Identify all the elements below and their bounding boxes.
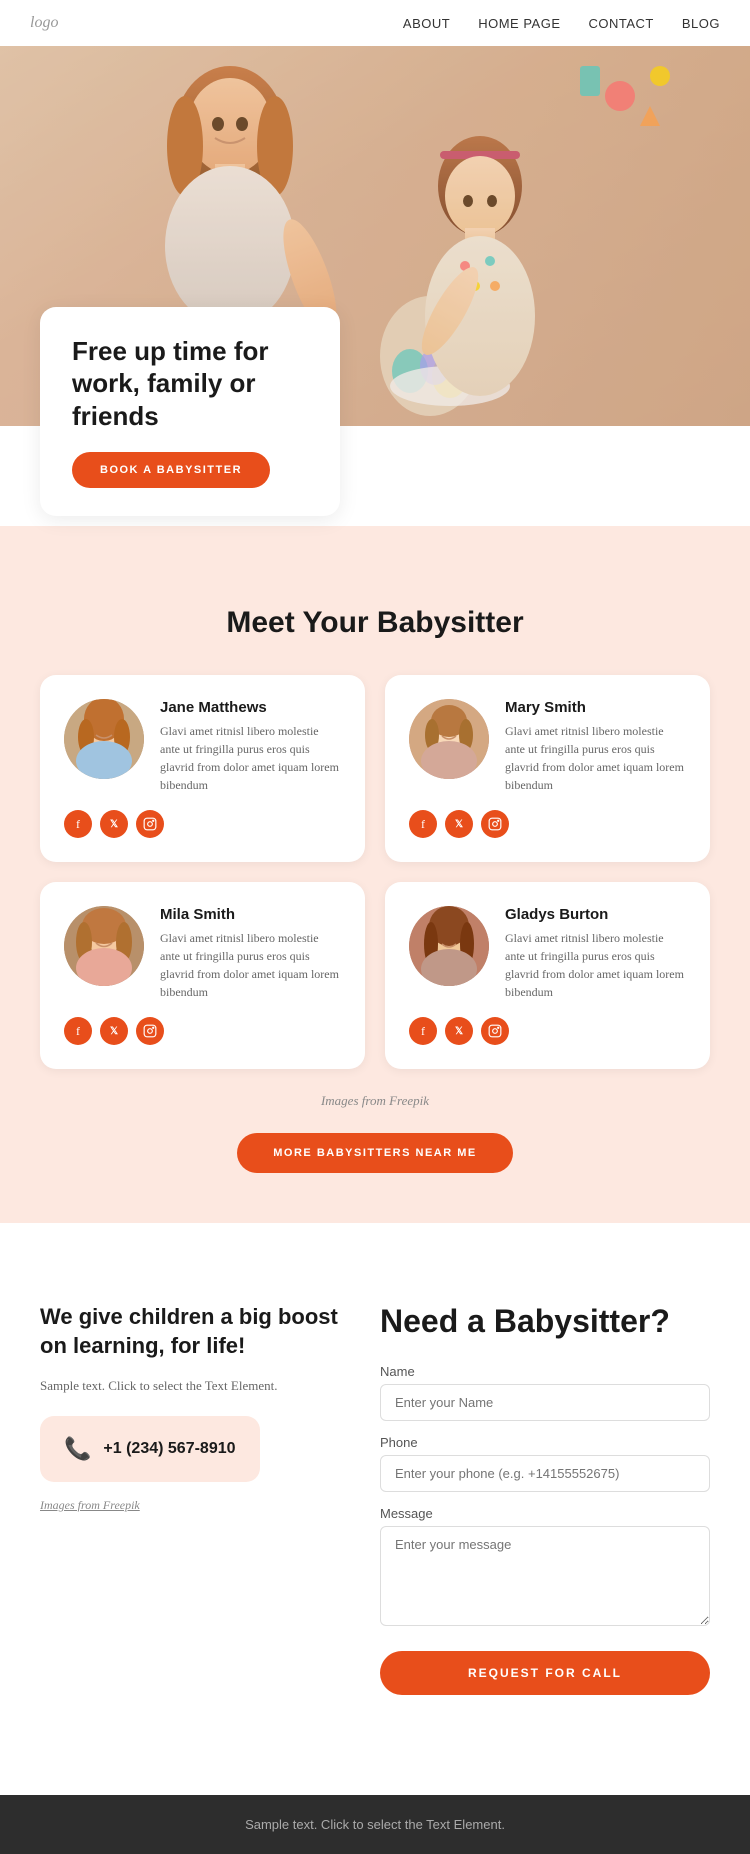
babysitters-section: Meet Your Babysitter Jane Mat (0, 526, 750, 1223)
babysitter-card-mary: Mary Smith Glavi amet ritnisl libero mol… (385, 675, 710, 862)
avatar-mila (64, 906, 144, 986)
twitter-icon-mary[interactable]: 𝕏 (445, 810, 473, 838)
footer-text: Sample text. Click to select the Text El… (40, 1817, 710, 1832)
nav-about[interactable]: ABOUT (403, 16, 450, 31)
facebook-icon-gladys[interactable]: f (409, 1017, 437, 1045)
name-input[interactable] (380, 1384, 710, 1421)
twitter-icon-mila[interactable]: 𝕏 (100, 1017, 128, 1045)
contact-section: We give children a big boost on learning… (0, 1243, 750, 1755)
card-top-jane: Jane Matthews Glavi amet ritnisl libero … (64, 699, 341, 794)
card-info-mila: Mila Smith Glavi amet ritnisl libero mol… (160, 906, 341, 1001)
footer: Sample text. Click to select the Text El… (0, 1795, 750, 1854)
card-top-mary: Mary Smith Glavi amet ritnisl libero mol… (409, 699, 686, 794)
phone-number: +1 (234) 567-8910 (103, 1440, 235, 1458)
contact-freepik-note: Images from Freepik (40, 1498, 340, 1513)
contact-form: Name Phone Message REQUEST FOR CALL (380, 1364, 710, 1695)
logo: logo (30, 14, 58, 32)
card-top-gladys: Gladys Burton Glavi amet ritnisl libero … (409, 906, 686, 1001)
contact-left-title: We give children a big boost on learning… (40, 1303, 340, 1360)
card-name-gladys: Gladys Burton (505, 906, 686, 923)
instagram-icon-jane[interactable] (136, 810, 164, 838)
phone-box: 📞 +1 (234) 567-8910 (40, 1416, 260, 1482)
nav-links: ABOUT HOME PAGE CONTACT BLOG (403, 16, 720, 31)
card-desc-jane: Glavi amet ritnisl libero molestie ante … (160, 722, 341, 794)
instagram-icon-gladys[interactable] (481, 1017, 509, 1045)
twitter-icon-jane[interactable]: 𝕏 (100, 810, 128, 838)
card-desc-mary: Glavi amet ritnisl libero molestie ante … (505, 722, 686, 794)
avatar-jane (64, 699, 144, 779)
card-desc-mila: Glavi amet ritnisl libero molestie ante … (160, 929, 341, 1001)
book-babysitter-button[interactable]: BOOK A BABYSITTER (72, 452, 270, 488)
phone-label: Phone (380, 1435, 710, 1450)
message-label: Message (380, 1506, 710, 1521)
babysitters-grid: Jane Matthews Glavi amet ritnisl libero … (40, 675, 710, 1069)
contact-form-container: Need a Babysitter? Name Phone Message RE… (380, 1303, 710, 1695)
facebook-icon-mary[interactable]: f (409, 810, 437, 838)
more-babysitters-btn-container: MORE BABYSITTERS NEAR ME (40, 1133, 710, 1173)
social-icons-mila: f 𝕏 (64, 1017, 341, 1045)
more-babysitters-button[interactable]: MORE BABYSITTERS NEAR ME (237, 1133, 512, 1173)
social-icons-jane: f 𝕏 (64, 810, 341, 838)
facebook-icon-mila[interactable]: f (64, 1017, 92, 1045)
facebook-icon-jane[interactable]: f (64, 810, 92, 838)
instagram-icon-mary[interactable] (481, 810, 509, 838)
phone-icon: 📞 (64, 1436, 91, 1462)
babysitter-card-mila: Mila Smith Glavi amet ritnisl libero mol… (40, 882, 365, 1069)
card-info-mary: Mary Smith Glavi amet ritnisl libero mol… (505, 699, 686, 794)
hero-section: Free up time for work, family or friends… (0, 46, 750, 456)
form-group-message: Message (380, 1506, 710, 1631)
twitter-icon-gladys[interactable]: 𝕏 (445, 1017, 473, 1045)
babysitters-title: Meet Your Babysitter (40, 606, 710, 640)
card-top-mila: Mila Smith Glavi amet ritnisl libero mol… (64, 906, 341, 1001)
card-name-mary: Mary Smith (505, 699, 686, 716)
card-name-mila: Mila Smith (160, 906, 341, 923)
card-desc-gladys: Glavi amet ritnisl libero molestie ante … (505, 929, 686, 1001)
card-info-jane: Jane Matthews Glavi amet ritnisl libero … (160, 699, 341, 794)
social-icons-mary: f 𝕏 (409, 810, 686, 838)
contact-left: We give children a big boost on learning… (40, 1303, 340, 1695)
hero-title: Free up time for work, family or friends (72, 335, 308, 433)
hero-text-box: Free up time for work, family or friends… (40, 307, 340, 517)
avatar-gladys (409, 906, 489, 986)
avatar-mary (409, 699, 489, 779)
navbar: logo ABOUT HOME PAGE CONTACT BLOG (0, 0, 750, 46)
form-group-phone: Phone (380, 1435, 710, 1492)
phone-input[interactable] (380, 1455, 710, 1492)
social-icons-gladys: f 𝕏 (409, 1017, 686, 1045)
nav-blog[interactable]: BLOG (682, 16, 720, 31)
card-info-gladys: Gladys Burton Glavi amet ritnisl libero … (505, 906, 686, 1001)
freepik-note: Images from Freepik (40, 1093, 710, 1109)
card-name-jane: Jane Matthews (160, 699, 341, 716)
form-title: Need a Babysitter? (380, 1303, 710, 1340)
instagram-icon-mila[interactable] (136, 1017, 164, 1045)
message-textarea[interactable] (380, 1526, 710, 1626)
nav-homepage[interactable]: HOME PAGE (478, 16, 560, 31)
babysitter-card-jane: Jane Matthews Glavi amet ritnisl libero … (40, 675, 365, 862)
nav-contact[interactable]: CONTACT (589, 16, 654, 31)
babysitter-card-gladys: Gladys Burton Glavi amet ritnisl libero … (385, 882, 710, 1069)
form-group-name: Name (380, 1364, 710, 1421)
submit-button[interactable]: REQUEST FOR CALL (380, 1651, 710, 1695)
name-label: Name (380, 1364, 710, 1379)
contact-left-desc: Sample text. Click to select the Text El… (40, 1376, 340, 1396)
